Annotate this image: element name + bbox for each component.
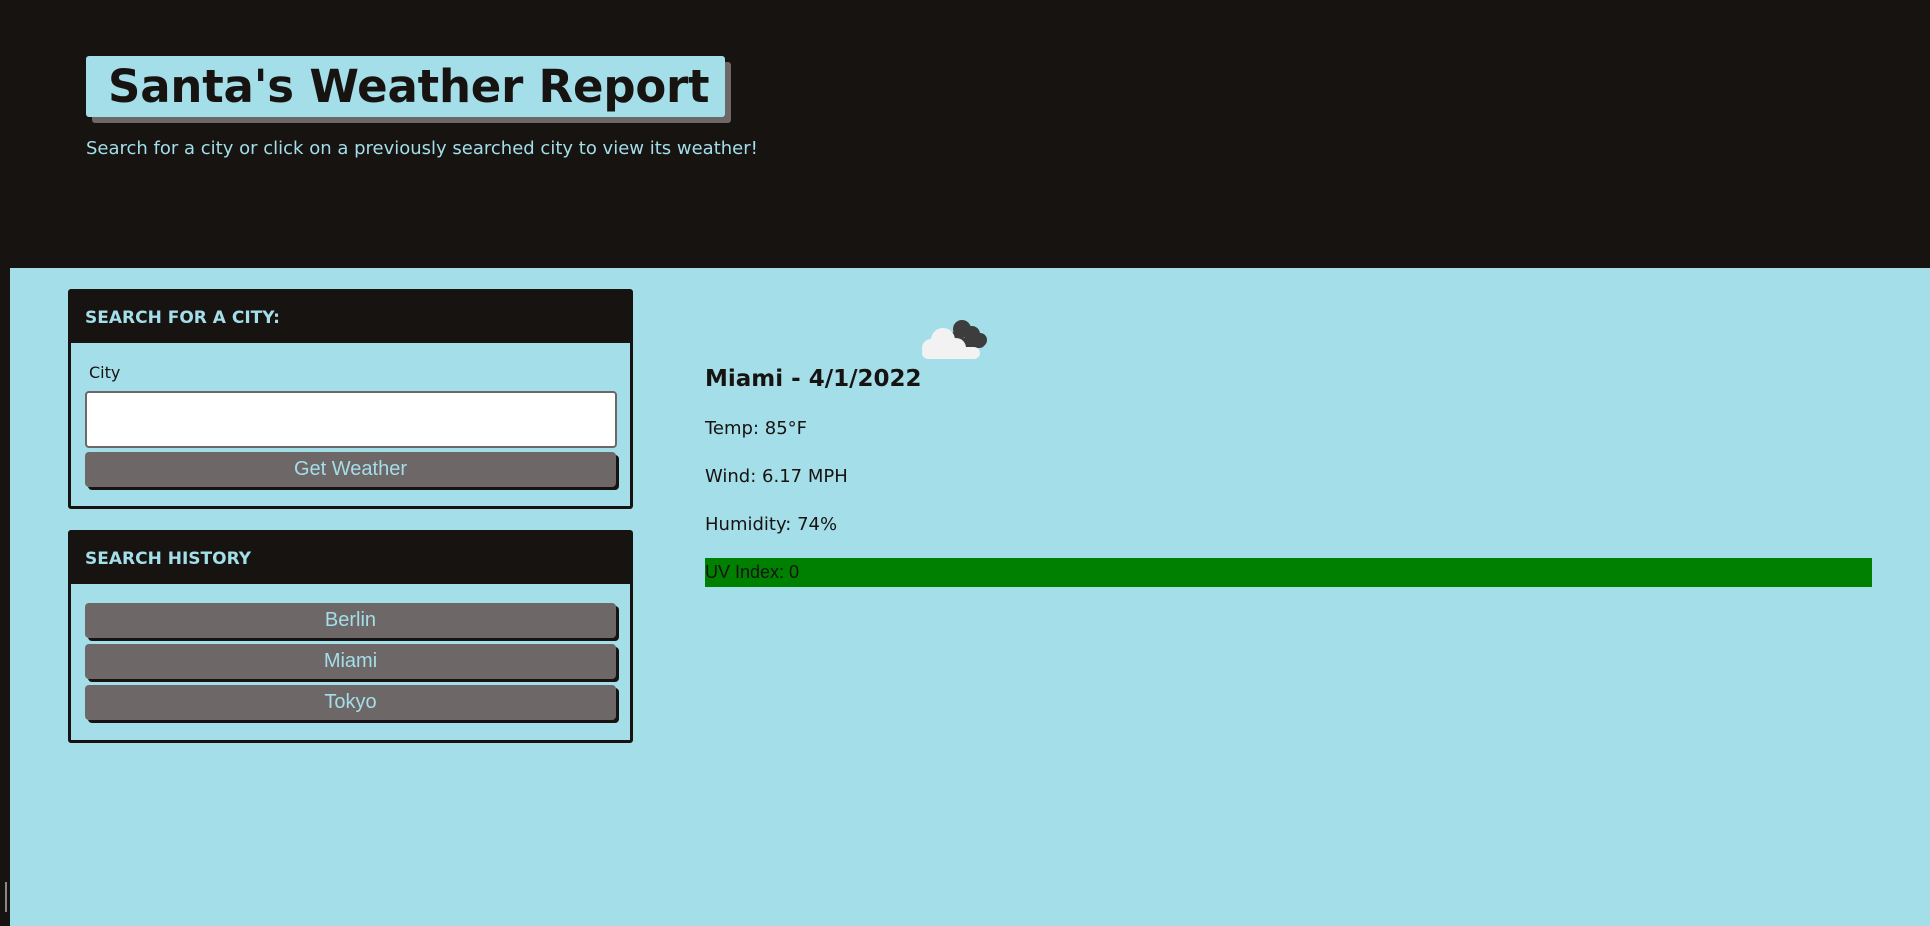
history-button-berlin[interactable]: Berlin (85, 603, 616, 638)
city-input[interactable] (85, 391, 617, 448)
page-title: Santa's Weather Report (108, 60, 710, 113)
page-subtitle: Search for a city or click on a previous… (86, 138, 758, 159)
search-card: SEARCH FOR A CITY: City Get Weather (68, 289, 633, 509)
wind-text: Wind: 6.17 MPH (705, 466, 848, 487)
city-date-heading: Miami - 4/1/2022 (705, 366, 922, 392)
history-button-tokyo[interactable]: Tokyo (85, 685, 616, 720)
window-left-edge (0, 0, 10, 926)
search-card-heading: SEARCH FOR A CITY: (71, 292, 630, 343)
get-weather-button[interactable]: Get Weather (85, 452, 616, 487)
search-history-heading: SEARCH HISTORY (71, 533, 630, 584)
uv-index-bar: UV Index: 0 (705, 558, 1872, 587)
history-button-miami[interactable]: Miami (85, 644, 616, 679)
page-header: Santa's Weather Report Search for a city… (10, 0, 1930, 268)
resize-grip[interactable] (5, 882, 7, 912)
uv-index-text: UV Index: 0 (705, 562, 800, 582)
search-history-card: SEARCH HISTORY Berlin Miami Tokyo (68, 530, 633, 743)
cloudy-icon (922, 320, 987, 359)
humidity-text: Humidity: 74% (705, 514, 838, 535)
city-label: City (89, 363, 121, 382)
temperature-text: Temp: 85°F (705, 418, 808, 439)
title-badge: Santa's Weather Report (86, 56, 726, 117)
